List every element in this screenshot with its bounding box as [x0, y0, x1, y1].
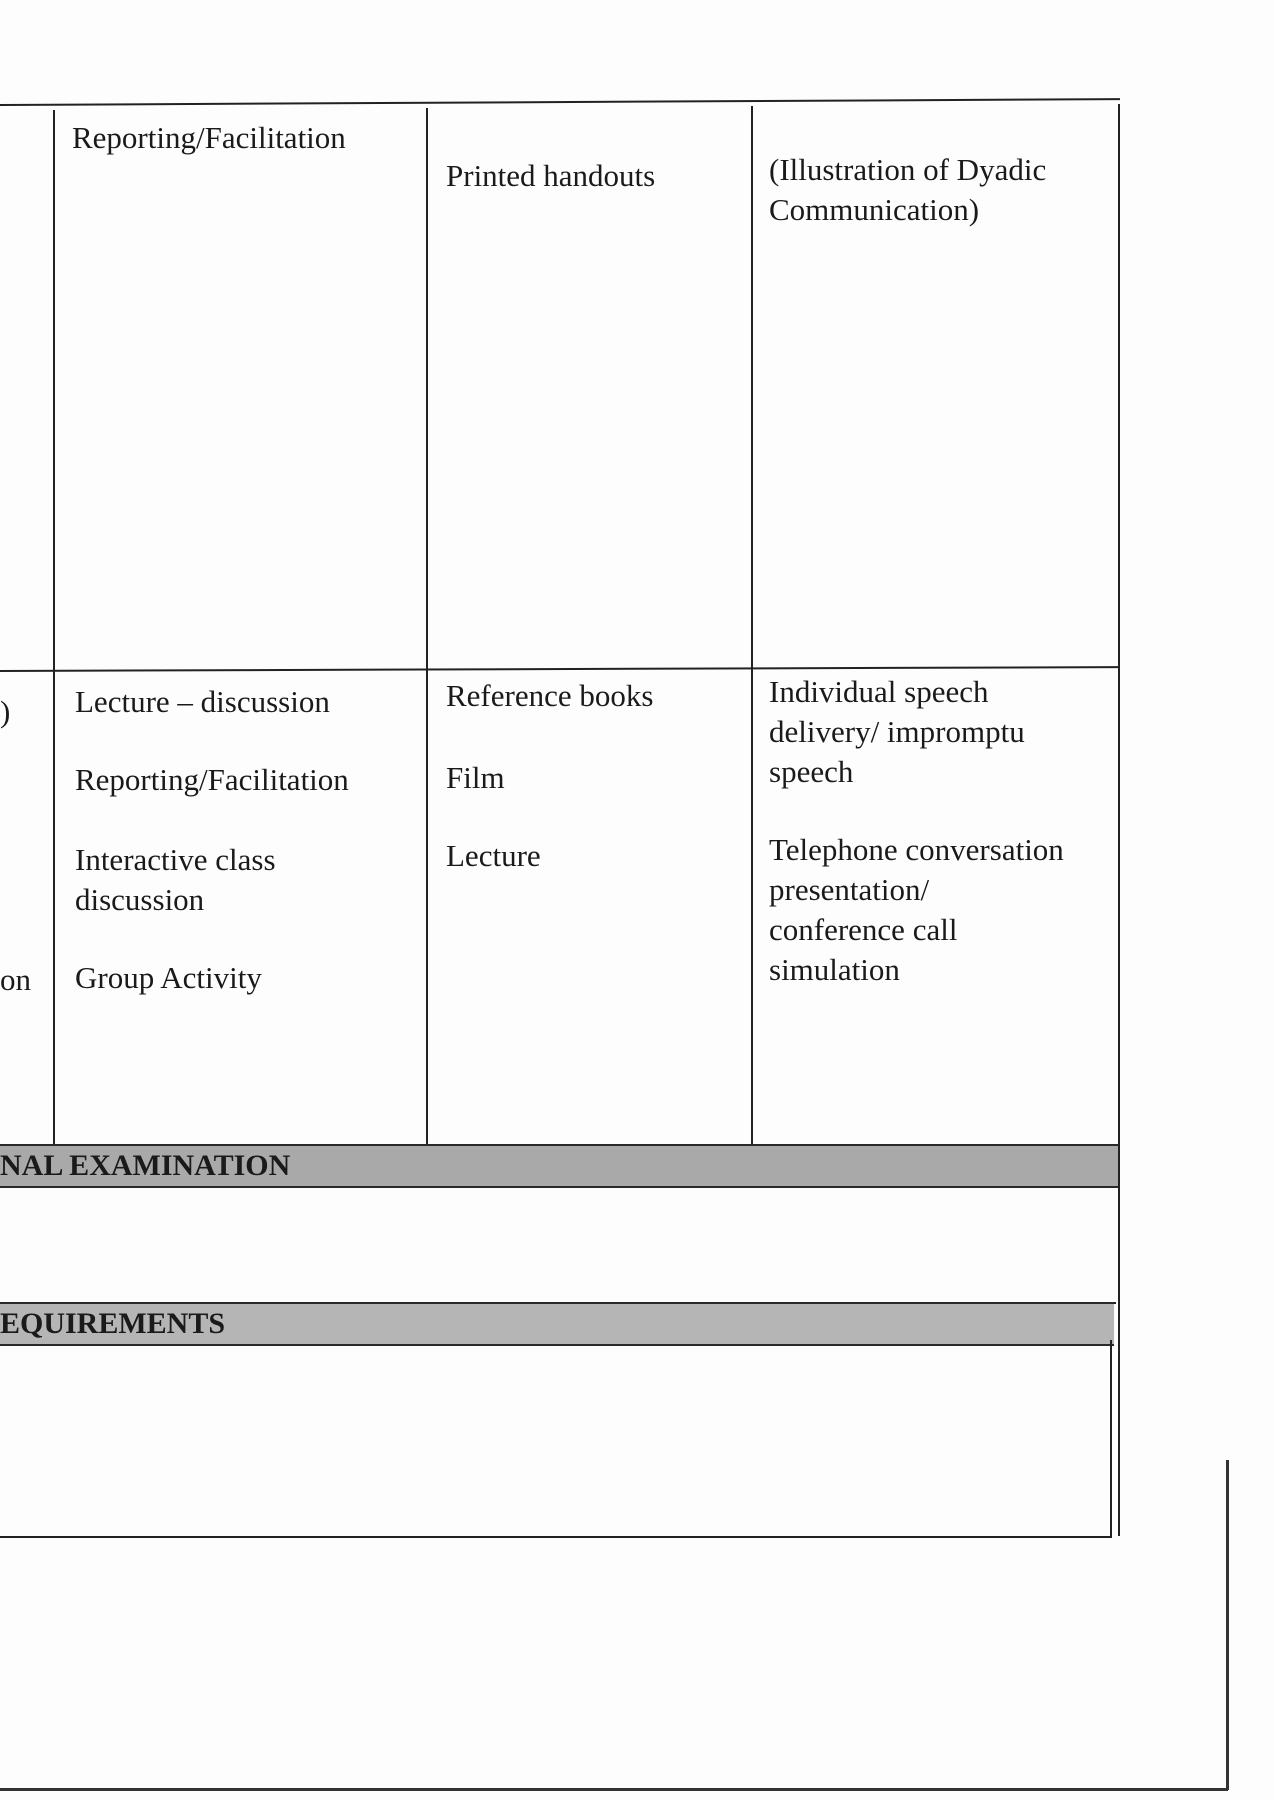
- requirements-section-bottom: [0, 1536, 1110, 1538]
- assessment-line1: Individual speech: [769, 674, 989, 709]
- assessment-line6: conference call: [769, 912, 958, 947]
- final-exam-band: NAL EXAMINATION: [0, 1144, 1118, 1188]
- method-lecture-discussion: Lecture – discussion: [75, 684, 330, 719]
- assessment-line2: delivery/ impromptu: [769, 714, 1025, 749]
- method-discussion: discussion: [75, 882, 205, 917]
- scanned-page: Reporting/Facilitation Printed handouts …: [0, 0, 1274, 1800]
- page-edge-right: [1226, 1460, 1229, 1790]
- method-reporting: Reporting/Facilitation: [75, 762, 349, 797]
- assessment-line7: simulation: [769, 952, 900, 987]
- left-fragment-top: ): [0, 694, 11, 729]
- column-divider-2: [426, 108, 428, 1150]
- row1-assessment-line2: Communication): [769, 192, 980, 227]
- left-fragment-bottom: on: [0, 962, 31, 997]
- material-reference-books: Reference books: [446, 678, 654, 713]
- material-lecture: Lecture: [446, 838, 541, 873]
- requirements-label: EQUIREMENTS: [0, 1307, 226, 1340]
- requirements-right-border: [1110, 1340, 1112, 1538]
- method-interactive-class: Interactive class: [75, 842, 276, 877]
- row1-assessment-line1: (Illustration of Dyadic: [769, 152, 1047, 187]
- assessment-line4: Telephone conversation: [769, 832, 1064, 867]
- row1-method: Reporting/Facilitation: [72, 120, 346, 155]
- assessment-line5: presentation/: [769, 872, 930, 907]
- final-exam-label: NAL EXAMINATION: [0, 1149, 291, 1182]
- requirements-band: EQUIREMENTS: [0, 1302, 1114, 1346]
- column-divider-3: [751, 106, 753, 1150]
- method-group-activity: Group Activity: [75, 960, 262, 995]
- table-right-border: [1118, 104, 1120, 1536]
- table-top-border: [0, 98, 1120, 106]
- column-divider-1: [53, 110, 55, 1150]
- assessment-line3: speech: [769, 754, 854, 789]
- material-film: Film: [446, 760, 505, 795]
- page-edge-bottom: [0, 1788, 1228, 1791]
- row1-material: Printed handouts: [446, 158, 656, 193]
